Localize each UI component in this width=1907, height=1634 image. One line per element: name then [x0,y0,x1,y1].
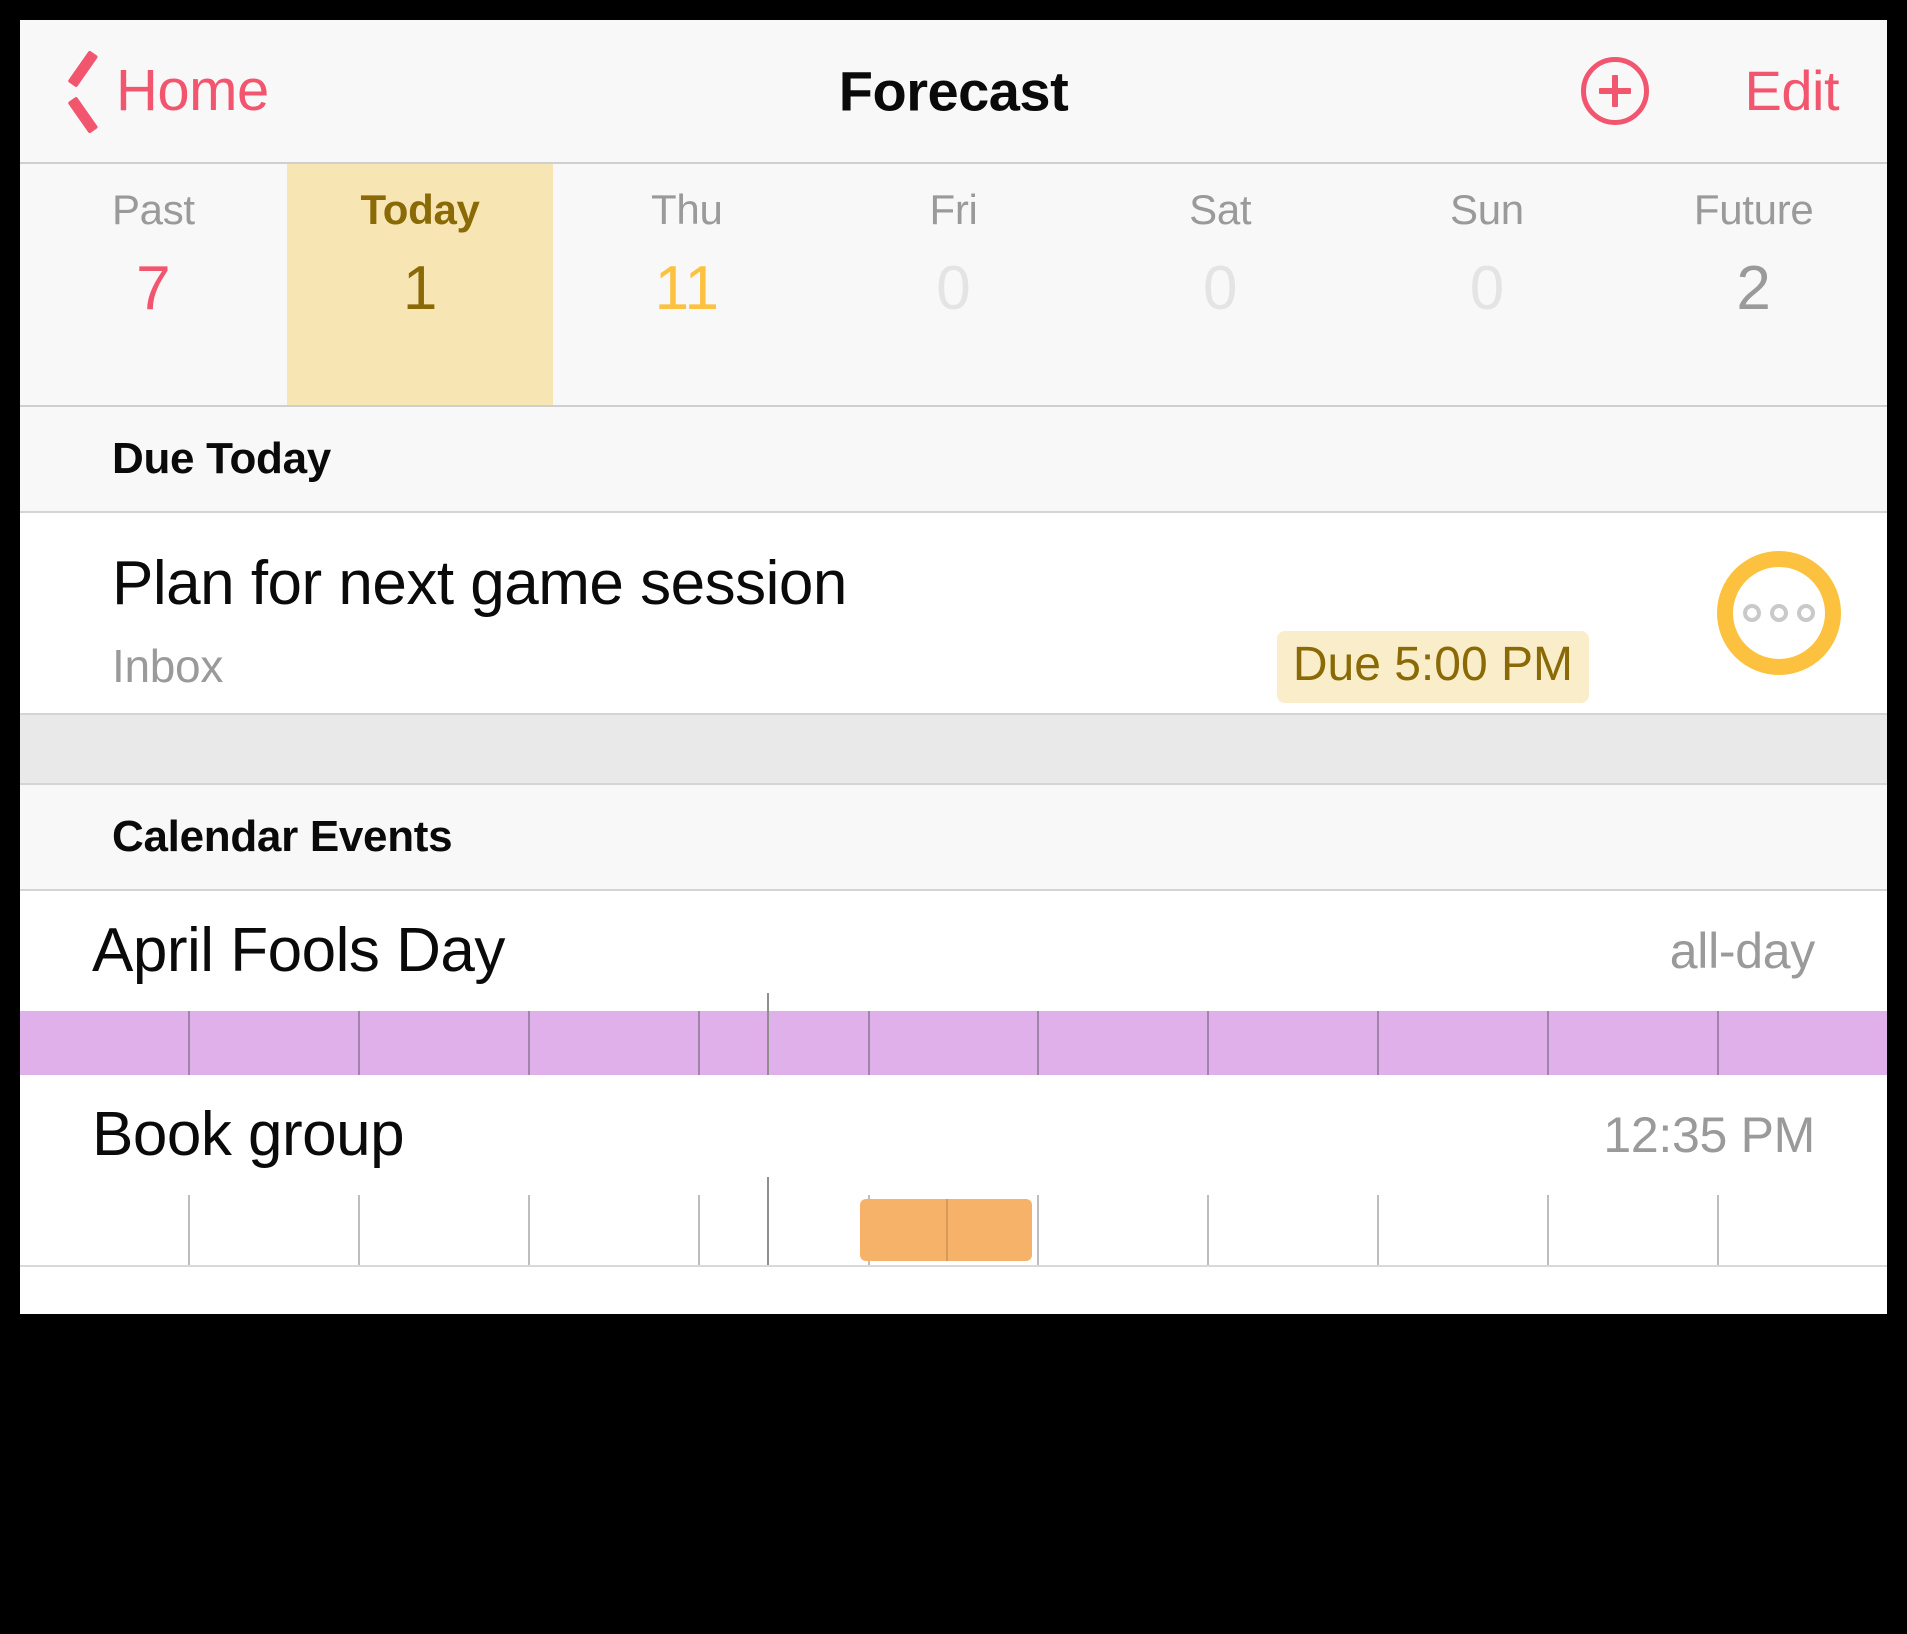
forecast-count: 2 [1736,254,1771,323]
forecast-label: Fri [929,186,978,233]
bottom-divider [20,1265,1887,1267]
timeline-tick [20,1195,190,1265]
timeline-tick [1719,1195,1887,1265]
timeline-tick [530,1011,700,1075]
forecast-day-strip: Past 7 Today 1 Thu 11 Fri 0 Sat 0 Sun 0 … [20,164,1887,407]
forecast-count: 0 [936,254,971,323]
calendar-event-row-allday[interactable]: April Fools Day all-day [20,891,1887,1011]
section-header-due-today: Due Today [20,407,1887,513]
calendar-event-row-timed[interactable]: Book group 12:35 PM [20,1075,1887,1195]
forecast-count: 0 [1202,254,1238,323]
timed-timeline-bar [20,1177,1887,1265]
timeline-tick [360,1011,530,1075]
timeline-tick-marks [20,1011,1887,1075]
section-header-label: Due Today [112,434,331,483]
event-duration-block[interactable] [860,1199,1032,1261]
timeline-tick [1379,1011,1550,1075]
forecast-label: Future [1693,186,1814,233]
forecast-column-fri[interactable]: Fri 0 [820,164,1087,405]
timeline-tick [1379,1195,1550,1265]
allday-timeline-bar [20,993,1887,1075]
timeline-tick [1549,1195,1720,1265]
navigation-bar: Home Forecast Edit [20,20,1887,164]
forecast-label: Thu [651,186,723,233]
task-title: Plan for next game session [112,549,847,618]
status-dot [1797,604,1815,622]
navbar-actions: Edit [1580,57,1840,125]
forecast-column-today[interactable]: Today 1 [286,164,554,405]
section-header-label: Calendar Events [112,812,453,861]
section-gap-band [20,713,1887,785]
task-project-label: Inbox [112,640,224,692]
add-button[interactable] [1580,57,1649,125]
status-dot [1770,604,1788,622]
forecast-count: 0 [1469,254,1505,323]
timeline-tick [1209,1195,1380,1265]
timeline-tick [1549,1011,1720,1075]
timeline-tick [1719,1011,1887,1075]
timeline-tick [190,1011,360,1075]
forecast-count: 1 [402,254,438,323]
forecast-label: Today [360,186,480,233]
paused-circle-icon[interactable] [1717,551,1841,675]
current-time-marker [766,1177,769,1265]
timeline-tick [870,1011,1040,1075]
event-time: all-day [1669,923,1816,979]
timeline-tick [190,1195,360,1265]
forecast-label: Past [111,186,195,233]
forecast-column-thu[interactable]: Thu 11 [553,164,820,405]
forecast-label: Sun [1450,186,1524,233]
task-row[interactable]: Plan for next game session Inbox Due 5:0… [20,513,1887,713]
section-header-calendar-events: Calendar Events [20,785,1887,891]
event-title: Book group [92,1100,405,1169]
timeline-tick [700,1011,870,1075]
forecast-count: 7 [136,254,171,323]
forecast-column-future[interactable]: Future 2 [1620,164,1887,405]
forecast-label: Sat [1189,186,1252,233]
allday-span-fill [20,1011,1887,1075]
edit-button[interactable]: Edit [1745,63,1840,119]
timeline-tick [530,1195,700,1265]
forecast-column-past[interactable]: Past 7 [20,164,287,405]
due-date-badge: Due 5:00 PM [1276,631,1589,703]
app-screen: Home Forecast Edit Past 7 Today 1 Thu 11… [20,20,1887,1314]
timeline-tick [700,1195,870,1265]
forecast-column-sun[interactable]: Sun 0 [1354,164,1621,405]
timeline-tick [360,1195,530,1265]
timeline-tick [1209,1011,1380,1075]
timeline-tick [20,1011,190,1075]
timeline-tick [1039,1195,1210,1265]
forecast-column-sat[interactable]: Sat 0 [1087,164,1354,405]
event-time: 12:35 PM [1603,1107,1815,1163]
timeline-tick [1039,1011,1210,1075]
status-dot [1743,604,1761,622]
forecast-count: 11 [654,254,719,323]
event-block-divider [946,1199,949,1261]
event-title: April Fools Day [92,916,505,985]
current-time-marker [766,993,769,1075]
